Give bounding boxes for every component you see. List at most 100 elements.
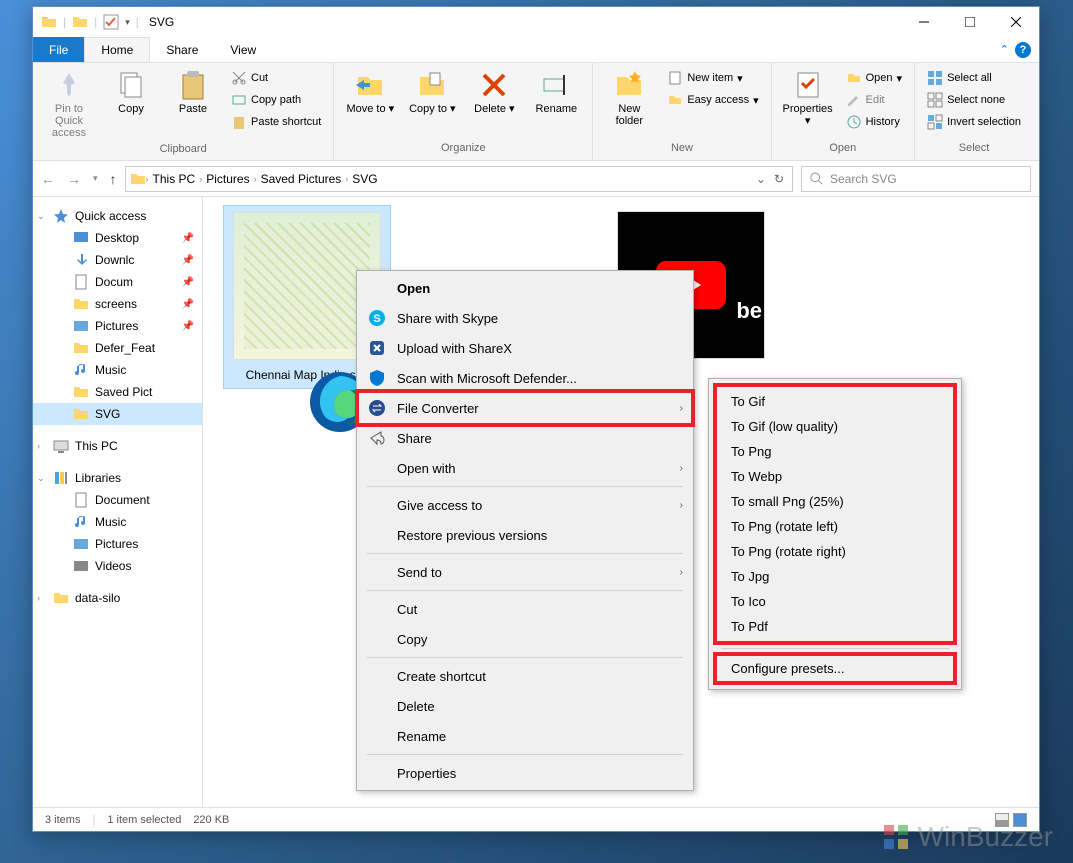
sidebar-lib-documents[interactable]: Document	[33, 489, 202, 511]
ctx-give-access[interactable]: Give access to›	[359, 490, 691, 520]
separator	[367, 553, 683, 554]
maximize-button[interactable]	[947, 7, 993, 37]
ctx-open-with[interactable]: Open with›	[359, 453, 691, 483]
ctx-delete[interactable]: Delete	[359, 691, 691, 721]
sub-to-gif[interactable]: To Gif	[721, 389, 949, 414]
easy-access-icon	[667, 92, 683, 108]
sidebar-libraries[interactable]: ⌄Libraries	[33, 467, 202, 489]
select-all-button[interactable]: Select all	[923, 67, 1025, 89]
open-button[interactable]: Open ▾	[842, 67, 906, 89]
sidebar-lib-pictures[interactable]: Pictures	[33, 533, 202, 555]
sub-to-pdf[interactable]: To Pdf	[721, 614, 949, 639]
collapse-ribbon[interactable]: ⌃	[1000, 43, 1009, 56]
sub-to-jpg[interactable]: To Jpg	[721, 564, 949, 589]
paste-shortcut-button[interactable]: Paste shortcut	[227, 111, 325, 133]
copy-path-button[interactable]: Copy path	[227, 89, 325, 111]
easy-access-button[interactable]: Easy access ▾	[663, 89, 762, 111]
sub-to-webp[interactable]: To Webp	[721, 464, 949, 489]
history-icon	[846, 114, 862, 130]
ctx-rename[interactable]: Rename	[359, 721, 691, 751]
close-button[interactable]	[993, 7, 1039, 37]
sidebar-item-saved-pict[interactable]: Saved Pict	[33, 381, 202, 403]
ctx-restore[interactable]: Restore previous versions	[359, 520, 691, 550]
checkbox-icon[interactable]	[103, 14, 119, 30]
sub-to-ico[interactable]: To Ico	[721, 589, 949, 614]
window-controls	[901, 7, 1039, 37]
sub-to-png-rotate-right[interactable]: To Png (rotate right)	[721, 539, 949, 564]
sidebar-lib-videos[interactable]: Videos	[33, 555, 202, 577]
chevron-right-icon: ›	[680, 567, 683, 578]
new-folder-button[interactable]: New folder	[601, 67, 657, 129]
folder-icon	[73, 296, 89, 312]
sidebar-data-silo[interactable]: ›data-silo	[33, 587, 202, 609]
ctx-properties[interactable]: Properties	[359, 758, 691, 788]
status-selected: 1 item selected	[107, 814, 181, 826]
tab-share[interactable]: Share	[150, 37, 214, 62]
videos-icon	[73, 558, 89, 574]
rename-button[interactable]: Rename	[528, 67, 584, 117]
sidebar-this-pc[interactable]: ›This PC	[33, 435, 202, 457]
bc-pictures[interactable]: Pictures	[202, 172, 253, 186]
cut-button[interactable]: Cut	[227, 67, 325, 89]
sub-to-png[interactable]: To Png	[721, 439, 949, 464]
move-to-button[interactable]: Move to ▾	[342, 67, 398, 117]
ctx-create-shortcut[interactable]: Create shortcut	[359, 661, 691, 691]
pin-icon: 📌	[182, 233, 194, 244]
sidebar-item-defer[interactable]: Defer_Feat	[33, 337, 202, 359]
new-item-button[interactable]: New item ▾	[663, 67, 762, 89]
invert-selection-button[interactable]: Invert selection	[923, 111, 1025, 133]
select-none-button[interactable]: Select none	[923, 89, 1025, 111]
ctx-share-skype[interactable]: SShare with Skype	[359, 303, 691, 333]
copy-to-button[interactable]: Copy to ▾	[404, 67, 460, 117]
sidebar-item-svg[interactable]: SVG	[33, 403, 202, 425]
history-button[interactable]: History	[842, 111, 906, 133]
minimize-button[interactable]	[901, 7, 947, 37]
view-thumbnails-button[interactable]	[1013, 813, 1027, 827]
move-to-icon	[354, 69, 386, 101]
tab-file[interactable]: File	[33, 37, 84, 62]
ctx-file-converter[interactable]: File Converter›	[359, 393, 691, 423]
bc-saved[interactable]: Saved Pictures	[257, 172, 346, 186]
sidebar-item-documents[interactable]: Docum📌	[33, 271, 202, 293]
bc-this-pc[interactable]: This PC	[149, 172, 200, 186]
sidebar-item-music[interactable]: Music	[33, 359, 202, 381]
sub-configure-presets[interactable]: Configure presets...	[721, 656, 949, 681]
youtube-text-fragment: be	[736, 298, 762, 324]
bc-svg[interactable]: SVG	[348, 172, 381, 186]
qat-dropdown[interactable]: ▾	[125, 17, 130, 28]
breadcrumb[interactable]: › This PC› Pictures› Saved Pictures› SVG…	[125, 166, 793, 192]
sidebar-item-desktop[interactable]: Desktop📌	[33, 227, 202, 249]
search-input[interactable]: Search SVG	[801, 166, 1031, 192]
sub-to-small-png[interactable]: To small Png (25%)	[721, 489, 949, 514]
copy-button[interactable]: Copy	[103, 67, 159, 117]
separator	[367, 657, 683, 658]
sidebar-item-pictures[interactable]: Pictures📌	[33, 315, 202, 337]
sidebar-quick-access[interactable]: ⌄ Quick access	[33, 205, 202, 227]
recent-button[interactable]: ▾	[93, 173, 98, 184]
ctx-open[interactable]: Open	[359, 273, 691, 303]
tab-home[interactable]: Home	[84, 37, 150, 62]
help-button[interactable]: ?	[1015, 42, 1031, 58]
properties-button[interactable]: Properties ▾	[780, 67, 836, 129]
sidebar: ⌄ Quick access Desktop📌 Downlc📌 Docum📌 s…	[33, 197, 203, 807]
ctx-upload-sharex[interactable]: Upload with ShareX	[359, 333, 691, 363]
sub-to-png-rotate-left[interactable]: To Png (rotate left)	[721, 514, 949, 539]
sidebar-lib-music[interactable]: Music	[33, 511, 202, 533]
delete-button[interactable]: Delete ▾	[466, 67, 522, 117]
sub-to-gif-low[interactable]: To Gif (low quality)	[721, 414, 949, 439]
paste-button[interactable]: Paste	[165, 67, 221, 117]
dropdown-icon[interactable]: ⌄	[756, 172, 766, 186]
ctx-share[interactable]: Share	[359, 423, 691, 453]
ctx-cut[interactable]: Cut	[359, 594, 691, 624]
view-details-button[interactable]	[995, 813, 1009, 827]
ctx-copy[interactable]: Copy	[359, 624, 691, 654]
sidebar-item-screens[interactable]: screens📌	[33, 293, 202, 315]
refresh-button[interactable]: ↻	[774, 172, 784, 186]
tab-view[interactable]: View	[214, 37, 272, 62]
ribbon-group-open: Properties ▾ Open ▾ Edit History Open	[772, 63, 915, 160]
ctx-scan-defender[interactable]: Scan with Microsoft Defender...	[359, 363, 691, 393]
up-button[interactable]: ↑	[110, 171, 117, 187]
ctx-send-to[interactable]: Send to›	[359, 557, 691, 587]
select-all-icon	[927, 70, 943, 86]
sidebar-item-downloads[interactable]: Downlc📌	[33, 249, 202, 271]
